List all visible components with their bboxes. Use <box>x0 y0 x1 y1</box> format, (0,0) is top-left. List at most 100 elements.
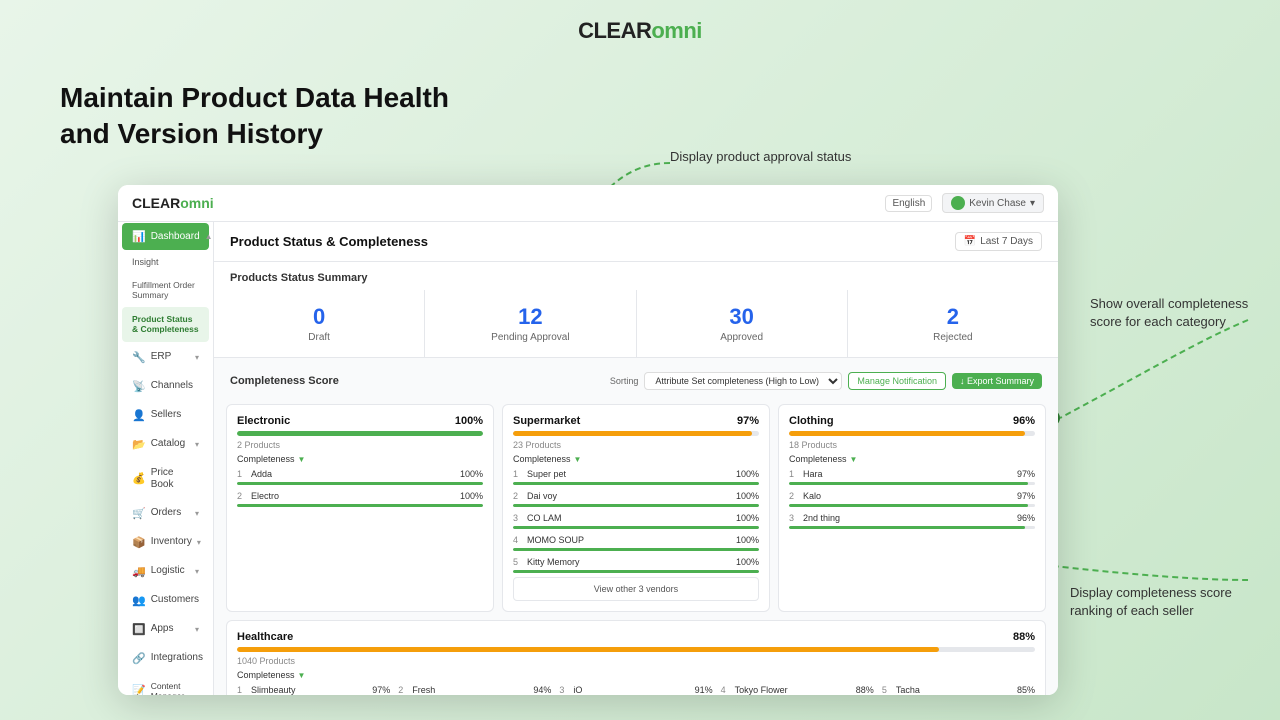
clothing-meta: 18 Products <box>789 440 1035 450</box>
sidebar-item-insight[interactable]: Insight <box>122 252 209 273</box>
hero-line1: Maintain Product Data Health <box>60 80 449 116</box>
app-logo-omni: omni <box>180 195 213 211</box>
sidebar: 📊 Dashboard ▲ Insight Fulfillment Order … <box>118 222 214 695</box>
sidebar-item-integrations[interactable]: 🔗 Integrations <box>122 645 209 672</box>
arrow-icon: ▼ <box>574 455 582 464</box>
vendor-name: Tacha <box>896 685 1003 695</box>
manage-notification-button[interactable]: Manage Notification <box>848 372 946 390</box>
user-badge[interactable]: Kevin Chase ▾ <box>942 193 1044 213</box>
status-section-label: Products Status Summary <box>214 262 1058 290</box>
sidebar-item-pricebook[interactable]: 💰 Price Book <box>122 460 209 498</box>
sidebar-fulfillment-label: Fulfillment Order Summary <box>132 280 199 300</box>
sidebar-item-orders[interactable]: 🛒 Orders ▾ <box>122 500 209 527</box>
momosoup-fill <box>513 548 759 551</box>
sidebar-item-inventory[interactable]: 📦 Inventory ▾ <box>122 529 209 556</box>
vendor-score: 85% <box>1007 685 1035 695</box>
vendor-score: 97% <box>1007 469 1035 479</box>
sidebar-item-catalog[interactable]: 📂 Catalog ▾ <box>122 431 209 458</box>
completeness-header: Completeness Score Sorting Attribute Set… <box>214 366 1058 396</box>
chevron-icon: ▲ <box>205 232 213 241</box>
status-card-draft: 0 Draft <box>214 290 425 357</box>
vendor-score: 100% <box>731 513 759 523</box>
page-header: Product Status & Completeness 📅 Last 7 D… <box>214 222 1058 262</box>
vendor-tacha: 5 Tacha 85% <box>882 682 1035 695</box>
adda-fill <box>237 482 483 485</box>
electronic-progress-fill <box>237 431 483 436</box>
sorting-label: Sorting <box>610 376 639 386</box>
sidebar-item-fulfillment[interactable]: Fulfillment Order Summary <box>122 275 209 305</box>
supermarket-score: 97% <box>737 415 759 427</box>
kalo-bar <box>789 504 1035 507</box>
vendor-row-hara: 1 Hara 97% <box>789 466 1035 482</box>
sidebar-item-content[interactable]: 📝 Content Manager <box>122 674 209 695</box>
sidebar-item-customers[interactable]: 👥 Customers <box>122 587 209 614</box>
arrow-icon: ▼ <box>298 455 306 464</box>
sidebar-item-dashboard[interactable]: 📊 Dashboard ▲ <box>122 223 209 250</box>
vendor-name: Kalo <box>803 491 1003 501</box>
view-other-button[interactable]: View other 3 vendors <box>513 577 759 601</box>
arrow-icon: ▼ <box>850 455 858 464</box>
vendor-name: 2nd thing <box>803 513 1003 523</box>
sidebar-pricebook-label: Price Book <box>151 467 199 491</box>
vendor-num: 2 <box>237 491 247 501</box>
sidebar-item-channels[interactable]: 📡 Channels <box>122 373 209 400</box>
sidebar-content-label: Content Manager <box>151 681 199 695</box>
sidebar-item-product-status[interactable]: Product Status & Completeness <box>122 307 209 341</box>
sidebar-item-logistic[interactable]: 🚚 Logistic ▾ <box>122 558 209 585</box>
sort-dropdown[interactable]: Attribute Set completeness (High to Low) <box>644 372 842 390</box>
2ndthing-bar <box>789 526 1035 529</box>
clothing-header: Clothing 96% <box>789 415 1035 427</box>
export-summary-button[interactable]: ↓ Export Summary <box>952 373 1042 389</box>
supermarket-name: Supermarket <box>513 415 580 427</box>
sidebar-customers-label: Customers <box>151 594 199 606</box>
vendor-num: 2 <box>398 685 408 695</box>
sidebar-logistic-label: Logistic <box>151 565 190 577</box>
category-card-supermarket: Supermarket 97% 23 Products Completeness… <box>502 404 770 612</box>
healthcare-progress-bar <box>237 647 1035 652</box>
sidebar-apps-label: Apps <box>151 623 190 635</box>
vendor-name: Fresh <box>412 685 519 695</box>
vendor-score: 94% <box>523 685 551 695</box>
vendor-row-tacha: 5 Tacha 85% <box>882 682 1035 695</box>
vendor-row-fresh: 2 Fresh 94% <box>398 682 551 695</box>
momosoup-bar <box>513 548 759 551</box>
vendor-row-io: 3 iO 91% <box>559 682 712 695</box>
healthcare-header: Healthcare 88% <box>237 631 1035 643</box>
avatar <box>951 196 965 210</box>
vendor-name: CO LAM <box>527 513 727 523</box>
vendor-score: 97% <box>1007 491 1035 501</box>
sidebar-channels-label: Channels <box>151 380 199 392</box>
category-row: Electronic 100% 2 Products Completeness … <box>214 396 1058 620</box>
status-card-approved: 30 Approved <box>637 290 848 357</box>
electronic-meta: 2 Products <box>237 440 483 450</box>
electronic-progress-bar <box>237 431 483 436</box>
vendor-name: Hara <box>803 469 1003 479</box>
vendor-num: 1 <box>237 685 247 695</box>
sidebar-item-apps[interactable]: 🔲 Apps ▾ <box>122 616 209 643</box>
vendor-row-daivoy: 2 Dai voy 100% <box>513 488 759 504</box>
logo-clear: CLEAR <box>578 18 651 43</box>
apps-icon: 🔲 <box>132 623 146 636</box>
vendor-num: 1 <box>789 469 799 479</box>
electro-bar <box>237 504 483 507</box>
clothing-name: Clothing <box>789 415 834 427</box>
sidebar-item-sellers[interactable]: 👤 Sellers <box>122 402 209 429</box>
sidebar-item-erp[interactable]: 🔧 ERP ▾ <box>122 344 209 371</box>
language-select[interactable]: English <box>885 195 932 212</box>
hara-fill <box>789 482 1028 485</box>
daivoy-fill <box>513 504 759 507</box>
chevron-icon: ▾ <box>195 625 199 634</box>
healthcare-score: 88% <box>1013 631 1035 643</box>
vendor-name: iO <box>573 685 680 695</box>
vendor-io: 3 iO 91% <box>559 682 712 695</box>
inventory-icon: 📦 <box>132 536 146 549</box>
date-badge[interactable]: 📅 Last 7 Days <box>955 232 1042 251</box>
app-logo: CLEARomni <box>132 195 214 211</box>
daivoy-bar <box>513 504 759 507</box>
vendor-fresh: 2 Fresh 94% <box>398 682 551 695</box>
page-title: Product Status & Completeness <box>230 234 428 249</box>
category-card-clothing: Clothing 96% 18 Products Completeness ▼ … <box>778 404 1046 612</box>
content-icon: 📝 <box>132 684 146 695</box>
calendar-icon: 📅 <box>964 236 976 247</box>
app-window: CLEARomni English Kevin Chase ▾ 📊 Dashbo… <box>118 185 1058 695</box>
